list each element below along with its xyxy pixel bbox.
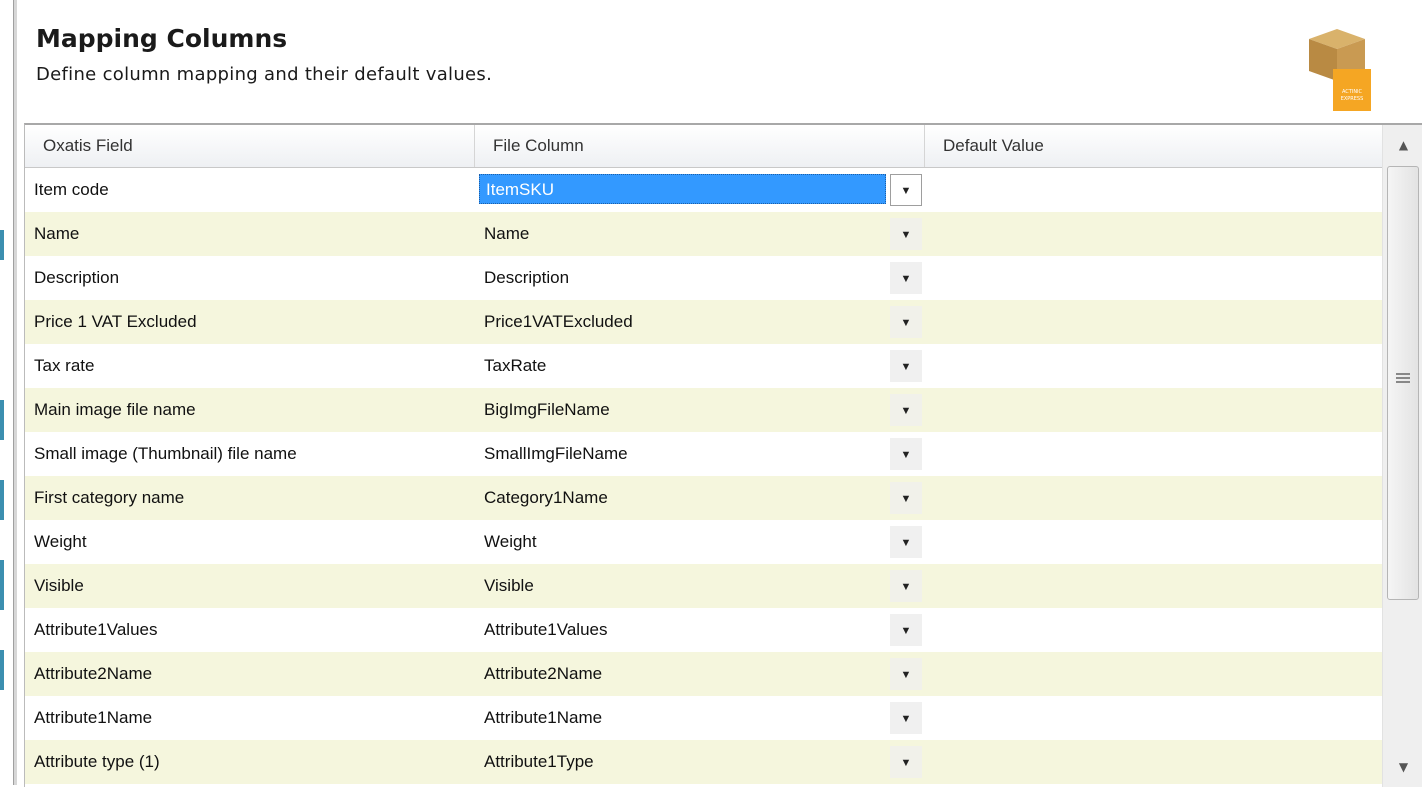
chevron-down-icon[interactable]: ▼ xyxy=(890,306,922,338)
oxatis-field-cell: Attribute type (1) xyxy=(34,752,160,771)
table-row[interactable]: Attribute type (1) Attribute1Type ▼ xyxy=(25,740,1382,784)
scroll-down-icon[interactable]: ▼ xyxy=(1383,747,1422,787)
table-row[interactable]: Item code ItemSKU ▼ xyxy=(25,168,1382,212)
file-column-cell[interactable]: Visible xyxy=(484,564,534,608)
vertical-scrollbar[interactable]: ▲ ▼ xyxy=(1382,125,1422,787)
table-row[interactable]: Attribute1Name Attribute1Name ▼ xyxy=(25,696,1382,740)
svg-text:EXPRESS: EXPRESS xyxy=(1341,96,1364,102)
table-row[interactable]: Attribute1Values Attribute1Values ▼ xyxy=(25,608,1382,652)
oxatis-field-cell: Weight xyxy=(34,532,87,551)
column-header-oxatis-field[interactable]: Oxatis Field xyxy=(25,125,475,167)
column-header-file-column[interactable]: File Column xyxy=(475,125,925,167)
table-row[interactable]: Name Name ▼ xyxy=(25,212,1382,256)
chevron-down-icon[interactable]: ▼ xyxy=(890,350,922,382)
oxatis-field-cell: Visible xyxy=(34,576,84,595)
file-column-cell[interactable]: Description xyxy=(484,256,569,300)
oxatis-field-cell: Tax rate xyxy=(34,356,95,375)
oxatis-field-cell: Small image (Thumbnail) file name xyxy=(34,444,297,463)
oxatis-field-cell: Price 1 VAT Excluded xyxy=(34,312,197,331)
scrollbar-thumb[interactable] xyxy=(1387,166,1419,600)
oxatis-field-cell: Description xyxy=(34,268,120,287)
file-column-combo[interactable]: ItemSKU xyxy=(479,174,886,204)
table-row[interactable]: Tax rate TaxRate ▼ xyxy=(25,344,1382,388)
chevron-down-icon[interactable]: ▼ xyxy=(890,570,922,602)
mapping-grid: Oxatis Field File Column Default Value I… xyxy=(24,123,1422,787)
oxatis-field-cell: Attribute1Name xyxy=(34,708,153,727)
grid-rows: Item code ItemSKU ▼ Name Name ▼ Descript… xyxy=(25,168,1382,784)
chevron-down-icon[interactable]: ▼ xyxy=(890,526,922,558)
table-row[interactable]: First category name Category1Name ▼ xyxy=(25,476,1382,520)
oxatis-field-cell: Name xyxy=(34,224,80,243)
grid-header: Oxatis Field File Column Default Value xyxy=(25,125,1382,168)
chevron-down-icon[interactable]: ▼ xyxy=(890,482,922,514)
column-header-default-value[interactable]: Default Value xyxy=(925,125,1382,167)
page-description: Define column mapping and their default … xyxy=(36,64,493,85)
chevron-down-icon[interactable]: ▼ xyxy=(890,658,922,690)
file-column-cell[interactable]: Price1VATExcluded xyxy=(484,300,633,344)
chevron-down-icon[interactable]: ▼ xyxy=(890,218,922,250)
file-column-cell[interactable]: Name xyxy=(484,212,529,256)
chevron-down-icon[interactable]: ▼ xyxy=(890,262,922,294)
table-row[interactable]: Main image file name BigImgFileName ▼ xyxy=(25,388,1382,432)
grip-icon xyxy=(1396,373,1410,383)
table-row[interactable]: Description Description ▼ xyxy=(25,256,1382,300)
oxatis-field-cell: Attribute2Name xyxy=(34,664,153,683)
chevron-down-icon[interactable]: ▼ xyxy=(890,702,922,734)
table-row[interactable]: Visible Visible ▼ xyxy=(25,564,1382,608)
file-column-cell[interactable]: Attribute1Values xyxy=(484,608,607,652)
chevron-down-icon[interactable]: ▼ xyxy=(890,746,922,778)
chevron-down-icon[interactable]: ▼ xyxy=(890,614,922,646)
chevron-down-icon[interactable]: ▼ xyxy=(890,174,922,206)
file-column-cell[interactable]: Category1Name xyxy=(484,476,608,520)
table-row[interactable]: Price 1 VAT Excluded Price1VATExcluded ▼ xyxy=(25,300,1382,344)
table-row[interactable]: Small image (Thumbnail) file name SmallI… xyxy=(25,432,1382,476)
chevron-down-icon[interactable]: ▼ xyxy=(890,394,922,426)
scroll-up-icon[interactable]: ▲ xyxy=(1383,125,1422,165)
left-window-edge xyxy=(0,0,11,785)
oxatis-field-cell: Main image file name xyxy=(34,400,196,419)
page-title: Mapping Columns xyxy=(36,24,288,53)
table-row[interactable]: Attribute2Name Attribute2Name ▼ xyxy=(25,652,1382,696)
oxatis-field-cell: Attribute1Values xyxy=(34,620,158,639)
file-column-cell[interactable]: SmallImgFileName xyxy=(484,432,628,476)
file-column-cell[interactable]: Attribute2Name xyxy=(484,652,602,696)
file-column-cell[interactable]: BigImgFileName xyxy=(484,388,610,432)
oxatis-field-cell: First category name xyxy=(34,488,185,507)
file-column-cell[interactable]: Attribute1Type xyxy=(484,740,594,784)
oxatis-field-cell: Item code xyxy=(34,180,109,199)
table-row[interactable]: Weight Weight ▼ xyxy=(25,520,1382,564)
file-column-cell[interactable]: Attribute1Name xyxy=(484,696,602,740)
file-column-cell[interactable]: TaxRate xyxy=(484,344,546,388)
chevron-down-icon[interactable]: ▼ xyxy=(890,438,922,470)
actinic-express-logo: ACTINIC EXPRESS xyxy=(1303,23,1371,111)
svg-text:ACTINIC: ACTINIC xyxy=(1342,89,1363,95)
file-column-cell[interactable]: Weight xyxy=(484,520,537,564)
panel-border xyxy=(13,0,17,785)
